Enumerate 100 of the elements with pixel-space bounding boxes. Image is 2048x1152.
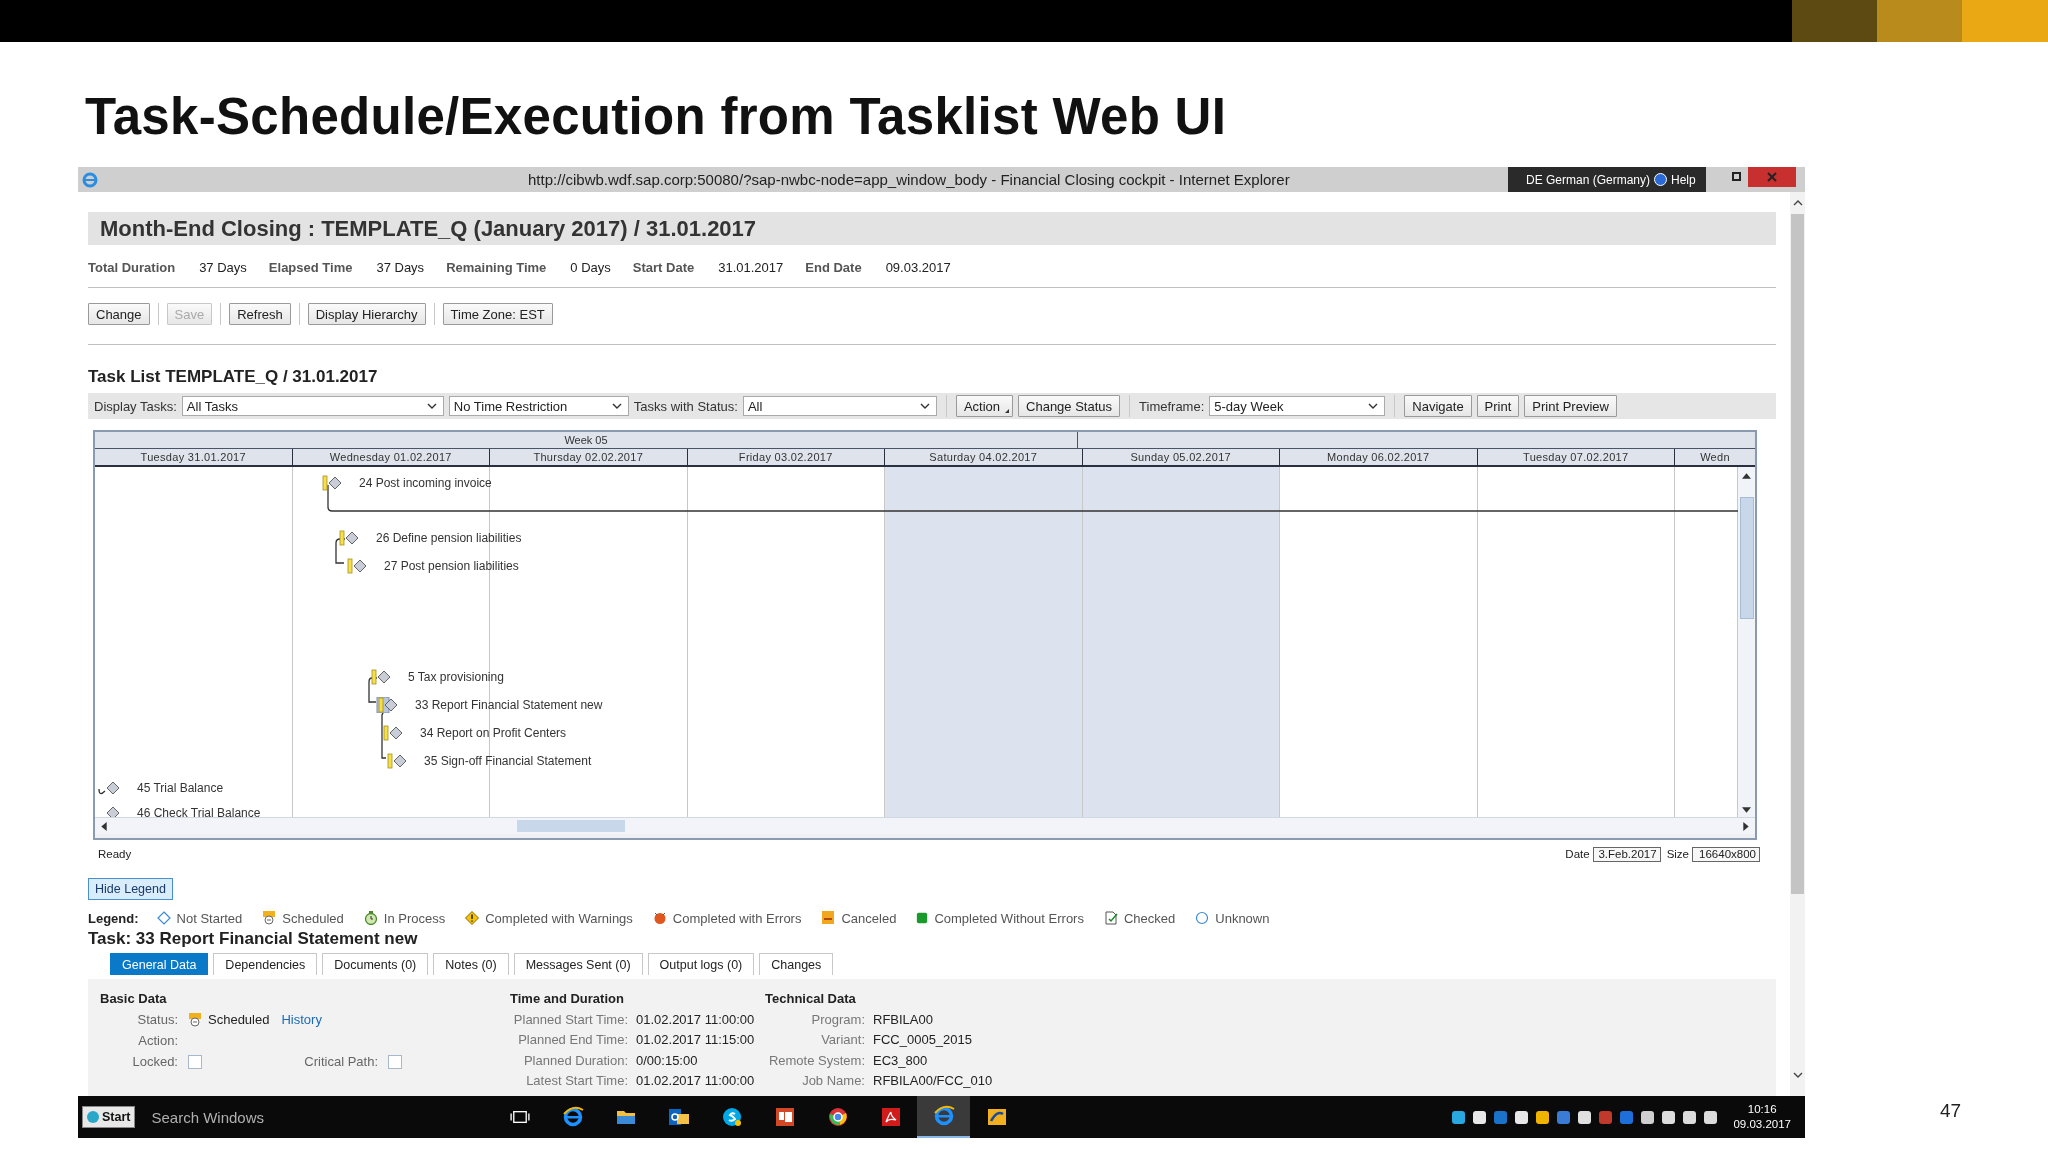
toolbar-button[interactable]: Refresh (229, 303, 291, 325)
toolbar-button[interactable]: Display Hierarchy (307, 303, 426, 325)
fact-label: Total Duration (88, 259, 176, 275)
tab[interactable]: General Data (110, 953, 209, 975)
field-label: Status: (136, 1012, 178, 1027)
task-label[interactable]: 45 Trial Balance (137, 781, 224, 795)
fact-value: 31.01.2017 (718, 259, 784, 275)
field-value: 01.02.2017 11:15:00 (636, 1032, 755, 1048)
legend-label: Not Started (176, 910, 243, 926)
day-header: Tuesday 07.02.2017 (1477, 449, 1675, 465)
filter-label: Timeframe: (1139, 398, 1205, 414)
field-value: EC3_800 (873, 1052, 928, 1068)
fact-label: Elapsed Time (268, 259, 353, 275)
window-title: http://cibwb.wdf.sap.corp:50080/?sap-nwbc-node=app_window_body - Financial Closing cockpit - Internet Explorer (528, 171, 1290, 188)
section-title: Task List TEMPLATE_Q / 31.01.2017 (88, 367, 379, 387)
fact-label: End Date (805, 259, 862, 275)
task-title: Task: 33 Report Financial Statement new (88, 928, 419, 950)
menu-button[interactable]: Action (955, 395, 1014, 417)
fact-value: 0 Days (570, 259, 611, 275)
fact-value: 37 Days (376, 259, 425, 275)
tab[interactable]: Changes (759, 953, 834, 975)
legend-label: Completed Without Errors (934, 910, 1084, 926)
status-value: Scheduled (208, 1012, 270, 1027)
toolbar-button[interactable]: Print (1476, 395, 1520, 417)
tab[interactable]: Documents (0) (322, 953, 429, 975)
legend-label: Checked (1123, 910, 1176, 926)
field-label: Planned Duration: (522, 1052, 628, 1068)
fact-value: 37 Days (199, 259, 247, 275)
field-value: RFBILA00/FCC_010 (873, 1073, 993, 1089)
language-label: DE German (Germany) (1526, 172, 1651, 187)
field-label: Variant: (820, 1032, 865, 1048)
toolbar-button[interactable]: Navigate (1404, 395, 1472, 417)
field-label: Latest Start Time: (525, 1073, 628, 1089)
date-label: Date (1565, 848, 1590, 860)
field-label: Locked: (131, 1054, 178, 1069)
start-button[interactable]: Start (82, 1106, 136, 1128)
clock-date: 09.03.2017 (1733, 1117, 1791, 1132)
dropdown[interactable]: No Time Restriction (448, 396, 629, 416)
task-label[interactable]: 33 Report Financial Statement new (415, 698, 603, 712)
hide-legend-button[interactable]: Hide Legend (88, 878, 173, 900)
field-label: Job Name: (801, 1073, 865, 1089)
toolbar-button[interactable]: Change (88, 303, 150, 325)
tab[interactable]: Notes (0) (433, 953, 509, 975)
field-label: Critical Path: (303, 1054, 378, 1069)
page-title: Month-End Closing : TEMPLATE_Q (January 2017) / 31.01.2017 (100, 215, 757, 242)
task-label[interactable]: 5 Tax provisioning (408, 670, 504, 684)
field-label: Planned Start Time: (512, 1011, 628, 1027)
day-header: Wednesday 01.02.2017 (292, 449, 490, 465)
filter-label: Tasks with Status: (633, 398, 738, 414)
status-text: Ready (98, 848, 132, 860)
tab[interactable]: Dependencies (213, 953, 318, 975)
field-label: Planned End Time: (517, 1032, 628, 1048)
legend-label: In Process (383, 910, 446, 926)
day-header: Saturday 04.02.2017 (885, 449, 1083, 465)
day-header: Thursday 02.02.2017 (490, 449, 688, 465)
section-heading: Technical Data (765, 991, 857, 1008)
toolbar-button[interactable]: Change Status (1018, 395, 1121, 417)
tab[interactable]: Messages Sent (0) (513, 953, 643, 975)
legend-label: Unknown (1215, 910, 1270, 926)
week-header: Week 05 (95, 432, 1078, 448)
fact-label: Remaining Time (446, 259, 547, 275)
field-label: Action: (137, 1033, 178, 1048)
history-link[interactable]: History (281, 1012, 322, 1027)
slide-title: Task-Schedule/Execution from Tasklist Web UI (85, 87, 1228, 147)
field-value: 01.02.2017 11:00:00 (636, 1073, 755, 1089)
field-value: FCC_0005_2015 (873, 1032, 973, 1048)
day-header: Tuesday 31.01.2017 (95, 449, 293, 465)
day-header: Monday 06.02.2017 (1280, 449, 1478, 465)
task-label[interactable]: 26 Define pension liabilities (376, 531, 522, 545)
legend-label: Scheduled (282, 910, 344, 926)
task-label[interactable]: 46 Check Trial Balance (137, 806, 261, 817)
dropdown[interactable]: All (742, 396, 937, 416)
toolbar-button[interactable]: Print Preview (1524, 395, 1617, 417)
tab[interactable]: Output logs (0) (647, 953, 755, 975)
legend-title: Legend: (88, 910, 139, 926)
legend-label: Completed with Warnings (485, 910, 633, 926)
clock[interactable]: 10:16 09.03.2017 (1733, 1102, 1791, 1132)
field-label: Program: (810, 1011, 865, 1027)
dropdown[interactable]: 5-day Week (1209, 396, 1386, 416)
clock-time: 10:16 (1747, 1102, 1777, 1117)
legend-label: Canceled (841, 910, 897, 926)
help-link[interactable]: Help (1671, 172, 1696, 187)
size-field: 16640x800 (1692, 846, 1760, 862)
dropdown[interactable]: All Tasks (181, 396, 444, 416)
legend-label: Completed with Errors (672, 910, 802, 926)
day-header: Friday 03.02.2017 (687, 449, 885, 465)
task-label[interactable]: 34 Report on Profit Centers (420, 726, 567, 740)
task-label[interactable]: 35 Sign-off Financial Statement (424, 754, 592, 768)
toolbar-button[interactable]: Time Zone: EST (442, 303, 553, 325)
task-label[interactable]: 24 Post incoming invoice (359, 476, 492, 490)
field-value: 01.02.2017 11:00:00 (636, 1011, 755, 1027)
day-header: Wedn (1699, 450, 1731, 465)
size-label: Size (1666, 848, 1689, 860)
fact-value: 09.03.2017 (885, 259, 951, 275)
day-header: Sunday 05.02.2017 (1082, 449, 1280, 465)
fact-label: Start Date (632, 259, 695, 275)
filter-label: Display Tasks: (94, 398, 177, 414)
task-label[interactable]: 27 Post pension liabilities (384, 559, 519, 573)
date-field: 3.Feb.2017 (1592, 846, 1661, 862)
field-value: RFBILA00 (873, 1011, 933, 1027)
